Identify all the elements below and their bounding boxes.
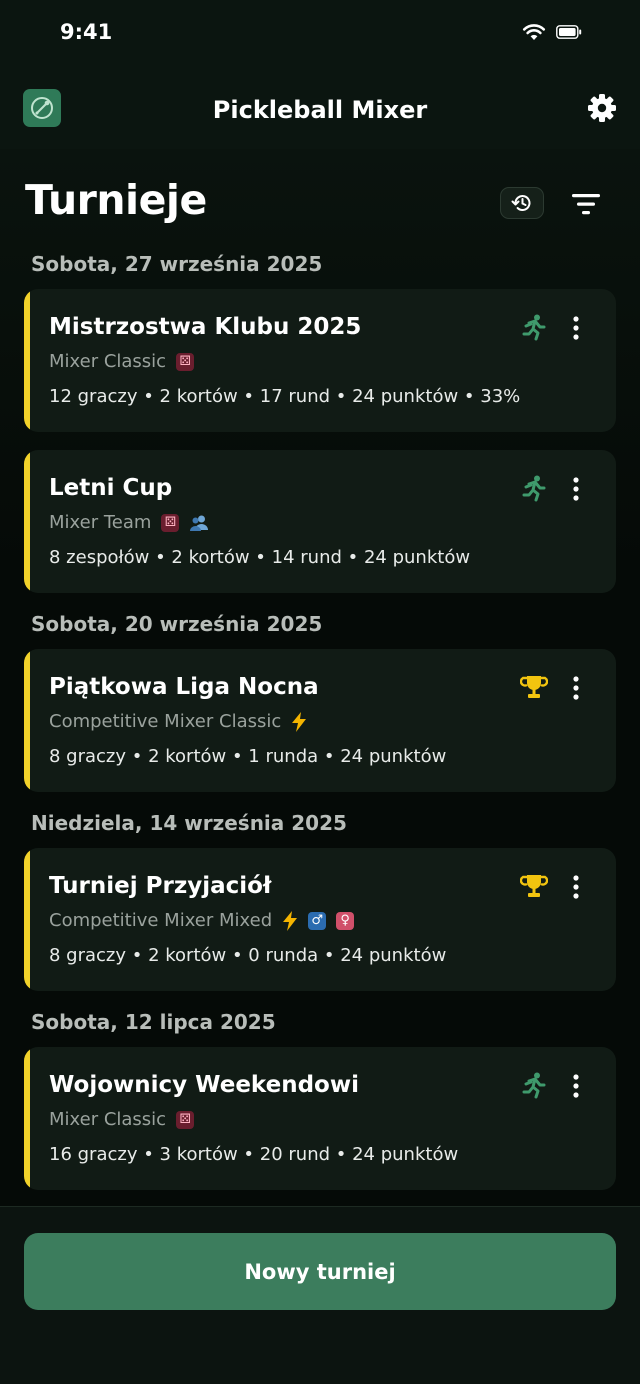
dice-icon: ⚄ [176, 352, 195, 371]
tournament-card[interactable]: Turniej Przyjaciół Competitive Mixer Mix… [24, 848, 616, 991]
tournament-type: Competitive Mixer Mixed ♂ ♀ [49, 910, 355, 931]
tournament-type: Mixer Team ⚄ [49, 512, 209, 533]
tournament-stats: 8 graczy • 2 kortów • 0 runda • 24 punkt… [49, 945, 447, 966]
tournament-stats: 12 graczy • 2 kortów • 17 rund • 24 punk… [49, 386, 521, 407]
tournament-stats: 8 zespołów • 2 kortów • 14 rund • 24 pun… [49, 547, 471, 568]
tournament-card[interactable]: Piątkowa Liga Nocna Competitive Mixer Cl… [24, 649, 616, 792]
footer: Nowy turniej [0, 1206, 640, 1384]
history-icon [511, 195, 531, 211]
tournament-title: Turniej Przyjaciół [49, 873, 272, 899]
more-options-icon[interactable] [566, 315, 586, 341]
status-icons [522, 22, 582, 42]
page-title: Turnieje [25, 176, 207, 224]
running-icon [522, 475, 546, 502]
date-header: Sobota, 20 września 2025 [31, 612, 323, 636]
history-button[interactable] [500, 187, 544, 219]
battery-icon [556, 25, 582, 39]
tournament-card[interactable]: Mistrzostwa Klubu 2025 Mixer Classic ⚄ 1… [24, 289, 616, 432]
status-bar: 9:41 [0, 0, 640, 70]
tournament-title: Mistrzostwa Klubu 2025 [49, 314, 362, 340]
dice-icon: ⚄ [176, 1110, 195, 1129]
more-options-icon[interactable] [566, 874, 586, 900]
tournament-title: Letni Cup [49, 475, 173, 501]
tournament-card[interactable]: Wojownicy Weekendowi Mixer Classic ⚄ 16 … [24, 1047, 616, 1190]
app-title: Pickleball Mixer [212, 96, 428, 124]
app-header: Pickleball Mixer [0, 70, 640, 149]
tournament-type-label: Mixer Classic [49, 351, 167, 372]
tournament-type-label: Competitive Mixer Mixed [49, 910, 273, 931]
wifi-icon [522, 24, 546, 40]
filter-icon[interactable] [570, 190, 602, 218]
tournament-type-label: Mixer Team [49, 512, 152, 533]
tournament-type: Competitive Mixer Classic [49, 711, 307, 732]
tournament-stats: 8 graczy • 2 kortów • 1 runda • 24 punkt… [49, 746, 447, 767]
female-icon: ♀ [336, 911, 355, 930]
lightning-icon [292, 711, 307, 732]
date-header: Sobota, 27 września 2025 [31, 252, 323, 276]
date-header: Niedziela, 14 września 2025 [31, 811, 347, 835]
tournament-title: Wojownicy Weekendowi [49, 1072, 359, 1098]
trophy-icon [520, 875, 548, 897]
tournament-type: Mixer Classic ⚄ [49, 351, 195, 372]
running-icon [522, 314, 546, 341]
tournament-type: Mixer Classic ⚄ [49, 1109, 195, 1130]
settings-gear-icon[interactable] [586, 92, 618, 124]
tournament-type-label: Competitive Mixer Classic [49, 711, 282, 732]
dice-icon: ⚄ [161, 513, 180, 532]
new-tournament-button[interactable]: Nowy turniej [24, 1233, 616, 1310]
tournament-type-label: Mixer Classic [49, 1109, 167, 1130]
lightning-icon [283, 910, 298, 931]
tournament-stats: 16 graczy • 3 kortów • 20 rund • 24 punk… [49, 1144, 459, 1165]
male-icon: ♂ [308, 911, 327, 930]
more-options-icon[interactable] [566, 1073, 586, 1099]
running-icon [522, 1072, 546, 1099]
status-time: 9:41 [60, 20, 113, 44]
more-options-icon[interactable] [566, 675, 586, 701]
tournament-card[interactable]: Letni Cup Mixer Team ⚄ 8 zespołów • 2 ko… [24, 450, 616, 593]
trophy-icon [520, 676, 548, 698]
date-header: Sobota, 12 lipca 2025 [31, 1010, 276, 1034]
tournament-title: Piątkowa Liga Nocna [49, 674, 319, 700]
more-options-icon[interactable] [566, 476, 586, 502]
team-icon [190, 515, 209, 531]
